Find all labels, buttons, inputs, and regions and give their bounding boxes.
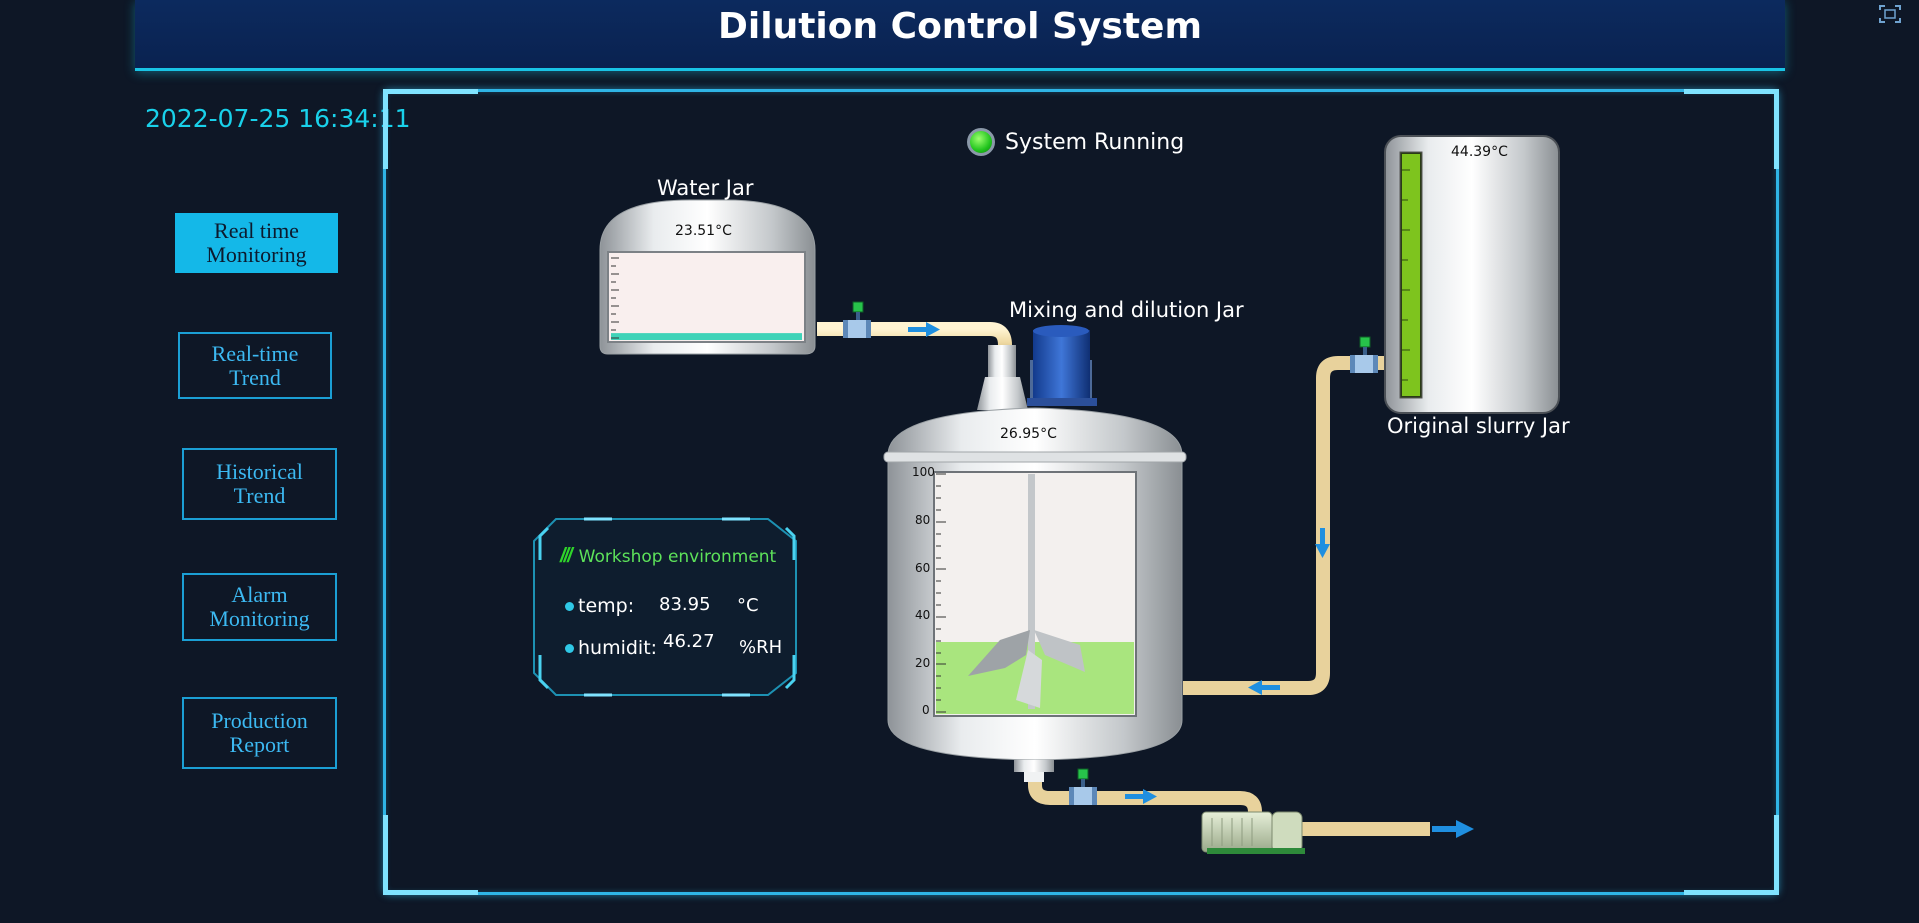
env-header: /// Workshop environment — [560, 545, 776, 568]
env-humidity-unit: %RH — [739, 637, 783, 658]
bullet-icon — [565, 644, 574, 653]
env-title: Workshop environment — [578, 546, 777, 567]
outlet-pump — [1201, 811, 1305, 854]
mix-scale-label: 40 — [915, 608, 931, 622]
env-temp-unit: °C — [737, 595, 759, 616]
slurry-jar-temp: 44.39°C — [1451, 144, 1508, 160]
mix-scale-label: 20 — [915, 656, 931, 670]
env-temp-row: temp: — [565, 595, 634, 617]
env-temp-value: 83.95 — [659, 594, 711, 615]
status-indicator-icon — [967, 128, 995, 156]
workshop-environment-card: /// Workshop environment temp: 83.95 °C … — [532, 517, 800, 697]
flow-arrow-icon — [1432, 820, 1474, 838]
water-jar-label: Water Jar — [657, 176, 754, 200]
slurry-jar — [1384, 135, 1560, 414]
mixing-jar-temp: 26.95°C — [1000, 426, 1057, 442]
mix-scale-label: 0 — [922, 703, 930, 717]
system-status: System Running — [967, 128, 1184, 156]
valve-mix-outlet[interactable] — [1069, 768, 1097, 805]
env-humidity-row: humidit: — [565, 637, 657, 659]
bullet-icon — [565, 602, 574, 611]
valve-water-outlet[interactable] — [843, 301, 871, 338]
env-slash-icon: /// — [560, 545, 573, 567]
water-jar-temp: 23.51°C — [675, 223, 732, 239]
env-temp-label: temp: — [578, 595, 635, 617]
mix-scale-label: 80 — [915, 513, 931, 527]
status-text: System Running — [1005, 129, 1185, 155]
mix-scale-label: 60 — [915, 561, 931, 575]
pipe-slurry-to-mix — [1183, 356, 1390, 695]
mix-scale-label: 100 — [912, 465, 935, 479]
env-humidity-value: 46.27 — [663, 631, 715, 652]
slurry-jar-label: Original slurry Jar — [1387, 414, 1570, 438]
mixing-jar-label: Mixing and dilution Jar — [1009, 298, 1244, 322]
env-humidity-label: humidit: — [578, 637, 658, 659]
valve-slurry-outlet[interactable] — [1350, 336, 1378, 373]
process-diagram — [533, 135, 1560, 854]
